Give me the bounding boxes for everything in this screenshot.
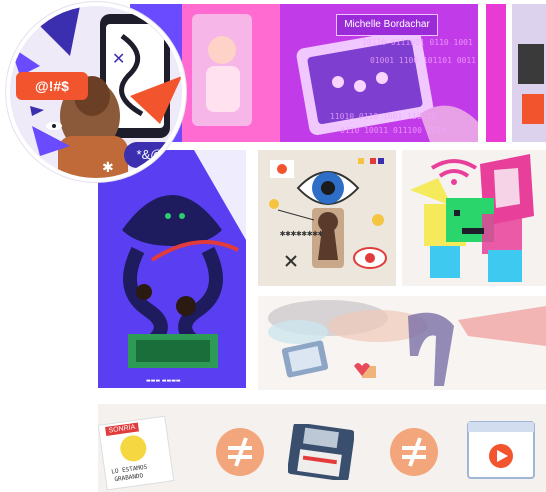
purple-illustration-tile[interactable]: ▬▬▬ ▬▬▬▬	[98, 150, 246, 388]
binary-text-3: 11010 0110 1001 110110	[330, 112, 436, 121]
not-equal-icon	[216, 428, 264, 476]
binary-text-1: 10110 0111001 0110 1001	[362, 38, 473, 47]
svg-text:✱✱✱✱✱✱✱✱: ✱✱✱✱✱✱✱✱	[280, 229, 324, 239]
banner-next-image[interactable]	[512, 4, 546, 142]
smile-sticker: SONRÍA LO ESTAMOS GRABANDO	[98, 415, 175, 491]
symbols-speech-bubble: @!#$	[16, 72, 88, 100]
next-image-illustration	[512, 4, 546, 142]
not-equal-icon-2	[390, 428, 438, 476]
wifi-dinosaur-illustration	[402, 150, 546, 286]
watercolor-illustration-tile[interactable]	[258, 296, 546, 390]
icons-strip-tile[interactable]: SONRÍA LO ESTAMOS GRABANDO	[98, 404, 546, 492]
eye-illustration: ✱✱✱✱✱✱✱✱	[258, 150, 396, 286]
banner-strip-pink	[486, 4, 506, 142]
symbols-speech-bubble-2: *&@	[124, 142, 176, 168]
svg-text:✱: ✱	[102, 160, 114, 176]
featured-circle-illustration[interactable]: ✕ ✱ @!#$ *&@	[6, 2, 186, 182]
watercolor-illustration	[258, 296, 546, 390]
floppy-disk-icon	[288, 424, 354, 480]
svg-text:▬▬▬ ▬▬▬▬: ▬▬▬ ▬▬▬▬	[146, 378, 181, 384]
sticker-title: SONRÍA	[105, 422, 139, 436]
purple-illustration: ▬▬▬ ▬▬▬▬	[98, 150, 246, 388]
author-name-tag: Michelle Bordachar	[336, 14, 438, 36]
smiley-icon	[118, 433, 149, 464]
video-play-icon	[467, 421, 535, 479]
wifi-dinosaur-tile[interactable]	[402, 150, 546, 286]
svg-text:✕: ✕	[112, 49, 125, 68]
binary-text-4: 0110 10011 011100 1010	[340, 126, 446, 135]
eye-illustration-tile[interactable]: ✱✱✱✱✱✱✱✱	[258, 150, 396, 286]
binary-text-2: 01001 1100 101101 0011	[370, 56, 476, 65]
